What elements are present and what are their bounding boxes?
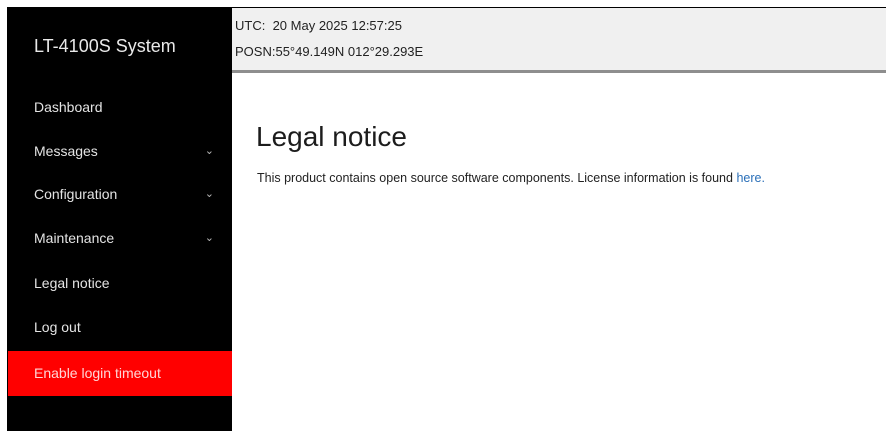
main-content: Legal notice This product contains open …	[232, 73, 886, 431]
status-header: UTC: 20 May 2025 12:57:25 POSN:55°49.149…	[232, 8, 886, 73]
utc-label: UTC:	[235, 18, 266, 33]
app-window: LT-4100S System Dashboard Messages ⌄ Con…	[7, 7, 886, 431]
position-readout: POSN:55°49.149N 012°29.293E	[235, 44, 423, 59]
license-notice: This product contains open source softwa…	[257, 171, 765, 185]
sidebar-item-label: Dashboard	[34, 99, 103, 115]
page-title: Legal notice	[256, 121, 408, 152]
brand-title: LT-4100S System	[34, 36, 176, 56]
sidebar-item-configuration[interactable]: Configuration ⌄	[8, 174, 232, 214]
sidebar-item-label: Enable login timeout	[34, 365, 161, 381]
sidebar-item-label: Maintenance	[34, 230, 115, 246]
posn-value: 55°49.149N 012°29.293E	[275, 44, 424, 59]
license-notice-text: This product contains open source softwa…	[257, 171, 737, 185]
sidebar-item-enable-login-timeout[interactable]: Enable login timeout	[8, 351, 232, 396]
sidebar-item-messages[interactable]: Messages ⌄	[8, 131, 232, 171]
sidebar: LT-4100S System Dashboard Messages ⌄ Con…	[8, 8, 232, 431]
sidebar-item-label: Messages	[34, 143, 98, 159]
sidebar-item-label: Legal notice	[34, 275, 110, 291]
sidebar-item-label: Configuration	[34, 186, 118, 202]
posn-label: POSN:	[235, 44, 276, 59]
sidebar-item-label: Log out	[34, 319, 81, 335]
utc-value: 20 May 2025 12:57:25	[272, 18, 402, 33]
sidebar-item-legal-notice[interactable]: Legal notice	[8, 263, 232, 303]
chevron-down-icon: ⌄	[204, 232, 214, 244]
license-link[interactable]: here.	[736, 171, 765, 185]
sidebar-item-maintenance[interactable]: Maintenance ⌄	[8, 218, 232, 258]
chevron-down-icon: ⌄	[204, 145, 214, 157]
chevron-down-icon: ⌄	[204, 188, 214, 200]
sidebar-item-dashboard[interactable]: Dashboard	[8, 87, 232, 127]
sidebar-item-log-out[interactable]: Log out	[8, 307, 232, 347]
utc-readout: UTC: 20 May 2025 12:57:25	[235, 18, 402, 33]
